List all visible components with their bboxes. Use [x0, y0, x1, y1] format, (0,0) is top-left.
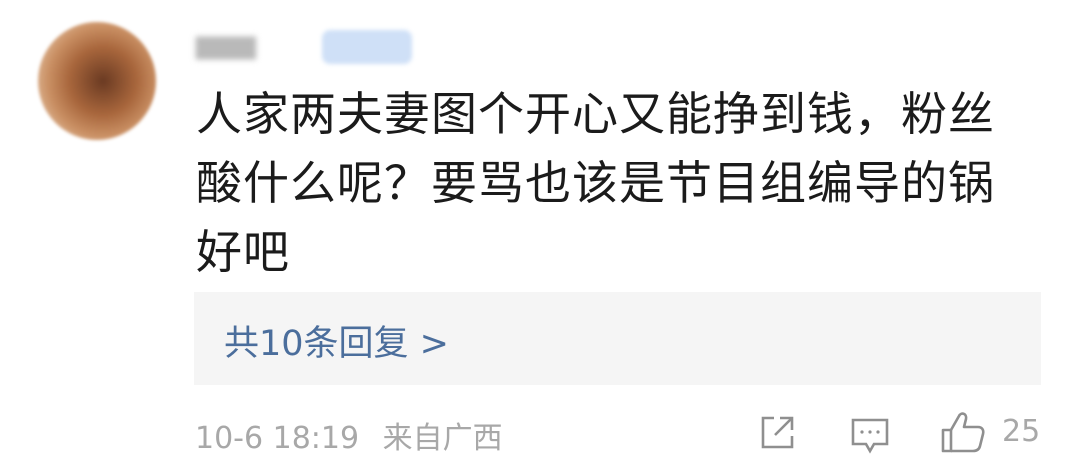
comment-line: 人家两夫妻图个开心又能挣到钱，粉丝 [196, 87, 995, 141]
reply-box[interactable]: 共10条回复 > [194, 292, 1041, 385]
comment-meta: 10-6 18:19 来自广西 [195, 413, 503, 457]
avatar[interactable] [38, 22, 156, 140]
share-button[interactable] [758, 414, 796, 452]
thumbs-up-icon [941, 412, 985, 453]
share-icon [761, 416, 794, 449]
comment-icon [851, 418, 889, 454]
username-blurred[interactable]: ▆▆▆ [196, 30, 256, 60]
timestamp: 10-6 18:19 [195, 421, 360, 456]
comment-line: 好吧 [196, 225, 290, 279]
comment-line: 酸什么呢？要骂也该是节目组编导的锅 [196, 156, 995, 210]
user-badge [322, 30, 412, 64]
comment-text: 人家两夫妻图个开心又能挣到钱，粉丝 酸什么呢？要骂也该是节目组编导的锅 好吧 [196, 80, 1026, 287]
location: 来自广西 [382, 421, 503, 456]
comment-button[interactable] [850, 416, 890, 456]
like-button[interactable]: 25 [940, 410, 1040, 454]
view-replies-link[interactable]: 共10条回复 > [224, 315, 449, 366]
like-count: 25 [1002, 414, 1041, 449]
